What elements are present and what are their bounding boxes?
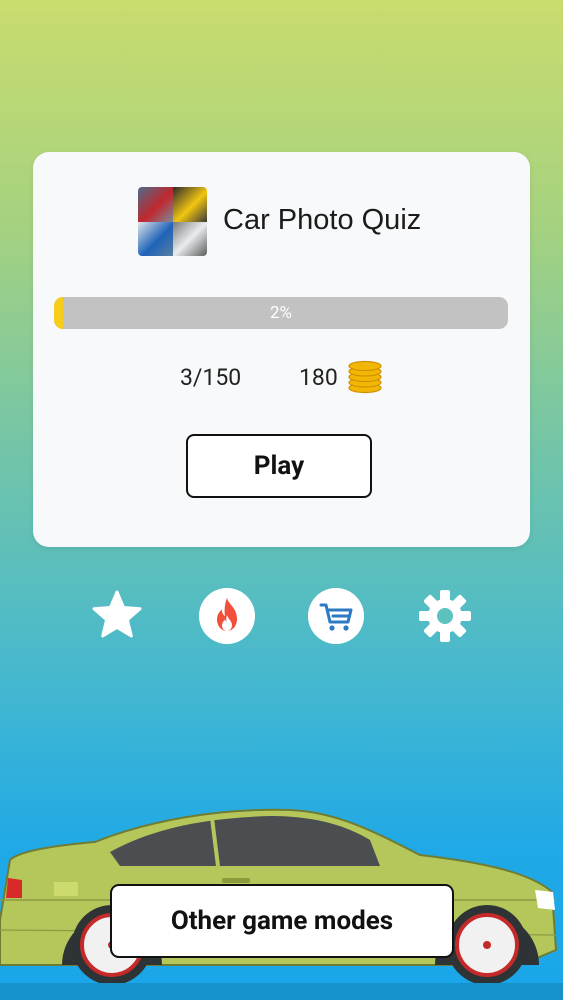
quiz-title: Car Photo Quiz xyxy=(223,204,422,236)
gear-icon[interactable] xyxy=(417,588,473,644)
progress-label: 2% xyxy=(269,303,292,323)
star-icon[interactable] xyxy=(89,588,145,644)
other-game-modes-button[interactable]: Other game modes xyxy=(110,884,454,958)
flame-icon[interactable] xyxy=(199,588,255,644)
quiz-card: Car Photo Quiz 2% 3/150 180 Play xyxy=(33,152,530,547)
cart-icon[interactable] xyxy=(308,588,364,644)
car-collage-icon xyxy=(138,187,207,256)
coins-icon xyxy=(348,360,382,394)
action-icons-row xyxy=(0,588,563,648)
level-progress: 3/150 xyxy=(180,364,242,391)
coin-count: 180 xyxy=(299,364,338,391)
stats-row: 3/150 180 xyxy=(33,360,530,400)
play-button[interactable]: Play xyxy=(186,434,372,498)
progress-bar: 2% xyxy=(54,297,508,329)
